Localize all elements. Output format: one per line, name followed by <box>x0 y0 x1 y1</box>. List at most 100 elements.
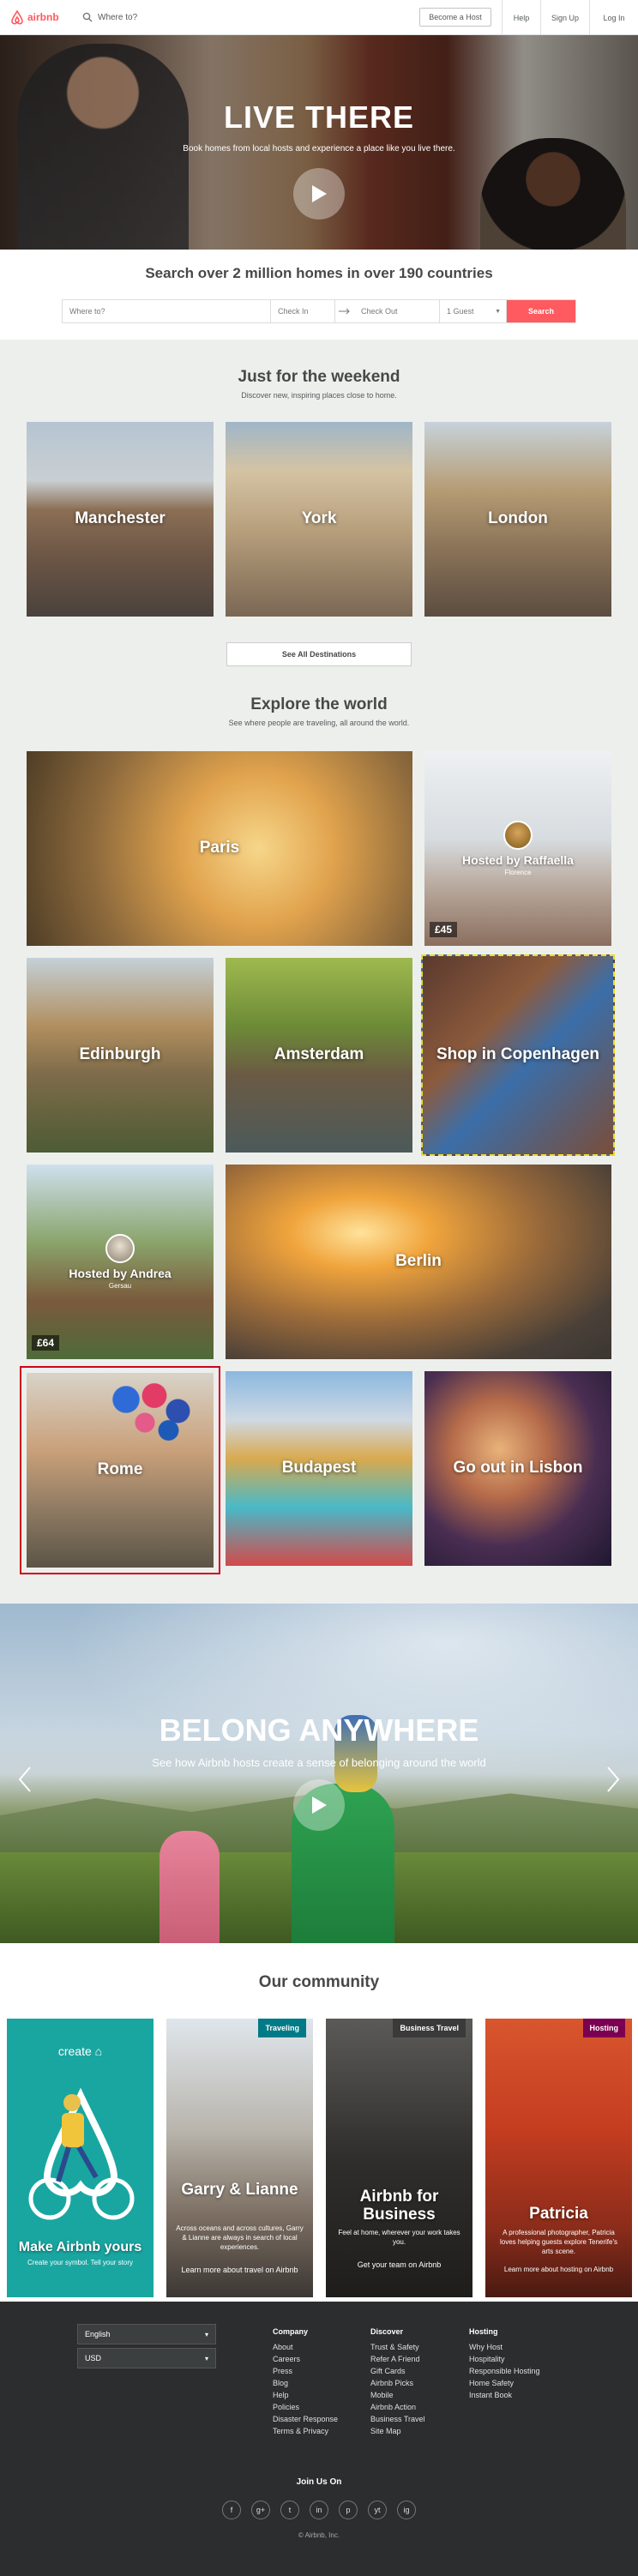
footer-link[interactable]: Careers <box>273 2355 338 2363</box>
chevron-down-icon: ▼ <box>495 308 501 315</box>
community-card-business[interactable]: Business Travel Airbnb for Business Feel… <box>326 2019 472 2297</box>
host-avatar <box>105 1234 135 1263</box>
card-text: Across oceans and across cultures, Garry… <box>176 2224 304 2251</box>
youtube-icon[interactable]: yt <box>368 2501 387 2519</box>
weekend-subtitle: Discover new, inspiring places close to … <box>241 391 397 400</box>
carousel-next-button[interactable] <box>600 1762 626 1797</box>
currency-select[interactable]: USD ▾ <box>77 2348 216 2368</box>
footer-link[interactable]: Home Safety <box>469 2379 540 2387</box>
footer-link[interactable]: Site Map <box>370 2427 425 2435</box>
community-card-hosting[interactable]: Hosting Patricia A professional photogra… <box>485 2019 632 2297</box>
footer-heading: Company <box>273 2327 309 2336</box>
log-in-link[interactable]: Log In <box>589 0 638 35</box>
host-card-andrea[interactable]: Hosted by Andrea Gersau £64 <box>27 1165 214 1359</box>
city-name: Paris <box>199 839 240 858</box>
community-card-traveling[interactable]: Traveling Garry & Lianne Across oceans a… <box>166 2019 313 2297</box>
footer-link[interactable]: Disaster Response <box>273 2415 338 2423</box>
host-card-raffaella[interactable]: Hosted by Raffaella Florence £45 <box>424 751 611 946</box>
social-links: f g+ t in p yt ig <box>0 2501 638 2519</box>
price-badge: £45 <box>430 922 458 937</box>
destinations-section: Just for the weekend Discover new, inspi… <box>0 340 638 1604</box>
destination-card-edinburgh[interactable]: Edinburgh <box>27 958 214 1153</box>
city-card-london[interactable]: London <box>424 422 611 617</box>
card-link[interactable]: Learn more about hosting on Airbnb <box>491 2266 627 2273</box>
header-search[interactable]: Where to? <box>82 7 137 27</box>
header-search-input[interactable]: Where to? <box>98 13 137 22</box>
card-link[interactable]: Get your team on Airbnb <box>331 2260 467 2269</box>
footer-link[interactable]: Terms & Privacy <box>273 2427 338 2435</box>
linkedin-icon[interactable]: in <box>310 2501 328 2519</box>
chevron-down-icon: ▾ <box>204 2355 208 2362</box>
chevron-down-icon: ▾ <box>204 2331 208 2338</box>
see-all-destinations-button[interactable]: See All Destinations <box>226 642 412 666</box>
footer-link[interactable]: Help <box>273 2391 338 2399</box>
twitter-icon[interactable]: t <box>280 2501 299 2519</box>
check-out-input[interactable]: Check Out <box>354 300 440 322</box>
guests-select[interactable]: 1 Guest ▼ <box>440 300 507 322</box>
footer-link[interactable]: Instant Book <box>469 2391 540 2399</box>
footer-column-company: Company About Careers Press Blog Help Po… <box>273 2327 338 2439</box>
footer-link[interactable]: Blog <box>273 2379 338 2387</box>
card-tag: Hosting <box>582 2019 625 2037</box>
language-select[interactable]: English ▾ <box>77 2324 216 2344</box>
host-name: Hosted by Raffaella <box>462 853 574 867</box>
check-in-input[interactable]: Check In <box>271 300 335 322</box>
sign-up-link[interactable]: Sign Up <box>540 0 589 35</box>
hero-play-button[interactable] <box>293 168 345 220</box>
card-link[interactable]: Learn more about travel on Airbnb <box>172 2266 308 2274</box>
join-us-heading: Join Us On <box>296 2477 342 2487</box>
card-text: A professional photographer, Patricia lo… <box>499 2229 618 2255</box>
google-plus-icon[interactable]: g+ <box>251 2501 270 2519</box>
pinterest-icon[interactable]: p <box>339 2501 358 2519</box>
community-card-create[interactable]: create ⌂ Make Airbnb yours Create your s… <box>7 2019 153 2297</box>
footer-link[interactable]: Hospitality <box>469 2355 540 2363</box>
instagram-icon[interactable]: ig <box>397 2501 416 2519</box>
help-link[interactable]: Help <box>502 0 540 35</box>
city-name: Edinburgh <box>79 1045 161 1064</box>
balloons <box>107 1376 202 1454</box>
copyright: © Airbnb, Inc. <box>298 2531 340 2539</box>
footer-link[interactable]: Responsible Hosting <box>469 2367 540 2375</box>
destination-card-lisbon[interactable]: Go out in Lisbon <box>424 1371 611 1566</box>
city-name: Rome <box>97 1460 143 1479</box>
destination-card-paris[interactable]: Paris <box>27 751 412 946</box>
chevron-right-icon <box>607 1766 620 1792</box>
belong-play-button[interactable] <box>293 1779 345 1831</box>
airbnb-logo[interactable]: airbnb <box>10 9 59 26</box>
footer-link[interactable]: Trust & Safety <box>370 2343 425 2351</box>
explore-title: Explore the world <box>250 695 388 713</box>
carousel-prev-button[interactable] <box>12 1762 38 1797</box>
host-location: Gersau <box>108 1282 132 1290</box>
search-button[interactable]: Search <box>507 300 575 322</box>
destination-card-budapest[interactable]: Budapest <box>226 1371 412 1566</box>
destination-card-berlin[interactable]: Berlin <box>226 1165 611 1359</box>
footer-link[interactable]: Gift Cards <box>370 2367 425 2375</box>
footer-link[interactable]: About <box>273 2343 338 2351</box>
city-card-manchester[interactable]: Manchester <box>27 422 214 617</box>
city-card-york[interactable]: York <box>226 422 412 617</box>
where-input[interactable]: Where to? <box>63 300 271 322</box>
destination-card-amsterdam[interactable]: Amsterdam <box>226 958 412 1153</box>
chevron-left-icon <box>18 1766 31 1792</box>
search-heading: Search over 2 million homes in over 190 … <box>145 265 493 281</box>
footer-link[interactable]: Airbnb Picks <box>370 2379 425 2387</box>
footer-link[interactable]: Why Host <box>469 2343 540 2351</box>
footer-link[interactable]: Refer A Friend <box>370 2355 425 2363</box>
city-name: Budapest <box>281 1459 357 1478</box>
footer-link[interactable]: Mobile <box>370 2391 425 2399</box>
card-text: Create your symbol. Tell your story <box>27 2259 133 2266</box>
footer-link[interactable]: Policies <box>273 2403 338 2411</box>
destination-card-rome[interactable]: Rome <box>20 1366 220 1574</box>
hero-title: LIVE THERE <box>223 99 415 135</box>
card-tag: Traveling <box>258 2019 306 2037</box>
footer-link[interactable]: Press <box>273 2367 338 2375</box>
footer-heading: Discover <box>370 2327 404 2336</box>
destination-card-copenhagen[interactable]: Shop in Copenhagen <box>421 954 615 1156</box>
footer: English ▾ USD ▾ Company About Careers Pr… <box>0 2302 638 2576</box>
become-host-button[interactable]: Become a Host <box>419 8 491 27</box>
facebook-icon[interactable]: f <box>222 2501 241 2519</box>
footer-link[interactable]: Business Travel <box>370 2415 425 2423</box>
footer-link[interactable]: Airbnb Action <box>370 2403 425 2411</box>
language-value: English <box>85 2330 111 2338</box>
weekend-title: Just for the weekend <box>238 368 400 386</box>
